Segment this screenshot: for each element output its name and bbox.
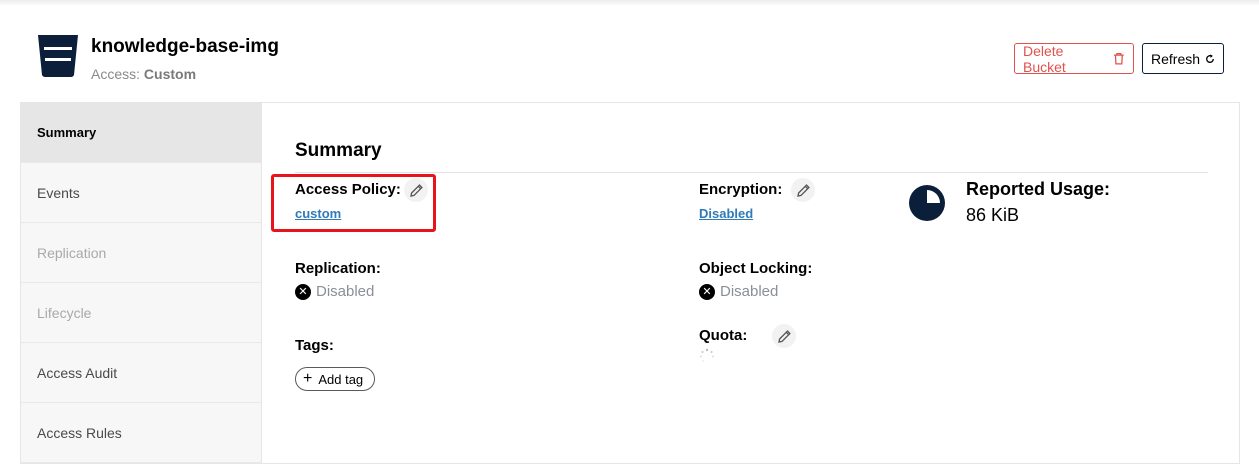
replication-value: Disabled <box>316 283 375 300</box>
sidebar-item-access-rules[interactable]: Access Rules <box>21 403 261 463</box>
sidebar-item-label: Access Audit <box>37 364 118 381</box>
sidebar: Summary Events Replication Lifecycle Acc… <box>21 103 262 463</box>
object-locking-status: ✕ Disabled <box>699 283 778 300</box>
encryption-link[interactable]: Disabled <box>699 206 753 221</box>
sidebar-item-lifecycle[interactable]: Lifecycle <box>21 283 261 343</box>
summary-content: Summary Access Policy: custom Encryption… <box>263 103 1239 463</box>
trash-icon <box>1114 52 1125 65</box>
access-label: Access: <box>91 66 141 82</box>
sidebar-item-access-audit[interactable]: Access Audit <box>21 343 261 403</box>
pie-chart-icon <box>909 185 945 221</box>
bucket-access: Access: Custom <box>91 66 196 82</box>
sidebar-item-label: Lifecycle <box>37 304 92 321</box>
quota-label: Quota: <box>699 327 748 344</box>
divider <box>295 172 1208 173</box>
refresh-label: Refresh <box>1151 50 1201 67</box>
x-circle-icon: ✕ <box>295 283 311 300</box>
sidebar-item-label: Access Rules <box>37 424 122 441</box>
summary-title: Summary <box>295 140 382 161</box>
reported-usage-label: Reported Usage: <box>966 179 1111 199</box>
sidebar-item-label: Events <box>37 184 80 201</box>
delete-bucket-label: Delete Bucket <box>1023 42 1066 75</box>
replication-status: ✕ Disabled <box>295 283 374 300</box>
sidebar-item-label: Summary <box>37 125 97 140</box>
plus-icon: + <box>303 370 313 387</box>
add-tag-label: Add tag <box>318 371 364 387</box>
access-policy-link[interactable]: custom <box>295 206 341 221</box>
sidebar-item-label: Replication <box>37 244 107 261</box>
add-tag-button[interactable]: + Add tag <box>295 367 375 391</box>
sidebar-item-events[interactable]: Events <box>21 163 261 223</box>
x-circle-icon: ✕ <box>699 283 715 300</box>
bucket-details-panel: Summary Events Replication Lifecycle Acc… <box>20 102 1240 464</box>
pencil-icon <box>796 183 810 197</box>
bucket-icon <box>38 35 78 77</box>
object-locking-value: Disabled <box>720 283 779 300</box>
access-value: Custom <box>143 66 197 82</box>
pencil-icon <box>777 329 791 343</box>
edit-encryption-button[interactable] <box>791 178 815 202</box>
refresh-button[interactable]: Refresh <box>1142 43 1224 74</box>
access-policy-label: Access Policy: <box>295 181 401 198</box>
refresh-icon <box>1206 53 1215 63</box>
reported-usage-value: 86 KiB <box>966 205 1020 225</box>
sidebar-item-summary[interactable]: Summary <box>21 103 261 163</box>
encryption-label: Encryption: <box>699 181 783 198</box>
edit-access-policy-button[interactable] <box>404 178 428 202</box>
object-locking-label: Object Locking: <box>699 260 813 277</box>
replication-label: Replication: <box>295 260 381 277</box>
loading-spinner-icon <box>700 348 714 362</box>
top-shadow <box>0 0 1259 6</box>
bucket-name: knowledge-base-img <box>91 36 279 57</box>
edit-quota-button[interactable] <box>772 324 796 348</box>
sidebar-item-replication[interactable]: Replication <box>21 223 261 283</box>
delete-bucket-button[interactable]: Delete Bucket <box>1014 42 1134 75</box>
tags-label: Tags: <box>295 337 334 354</box>
pencil-icon <box>409 183 423 197</box>
